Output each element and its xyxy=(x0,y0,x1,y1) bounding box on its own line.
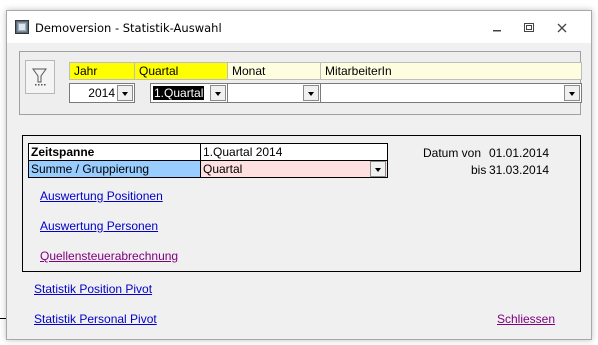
mitarbeiterin-dropdown[interactable] xyxy=(320,83,582,103)
quellensteuerabrechnung-link[interactable]: Quellensteuerabrechnung xyxy=(40,249,178,263)
zeitspanne-value: 1.Quartal 2014 xyxy=(200,143,388,161)
chevron-down-icon[interactable] xyxy=(210,85,226,101)
bis-value: 31.03.2014 xyxy=(489,163,550,177)
filter-panel: Jahr Quartal Monat MitarbeiterIn 2014 1.… xyxy=(19,51,582,115)
app-icon xyxy=(15,20,29,34)
header-jahr: Jahr xyxy=(69,62,135,80)
statistik-auswahl-window: Demoversion - Statistik-Auswahl Jahr Qua… xyxy=(6,10,592,340)
auswertung-panel: Zeitspanne 1.Quartal 2014 Summe / Gruppi… xyxy=(22,135,581,272)
quartal-value: 1.Quartal xyxy=(153,86,205,100)
datum-von-label: Datum von xyxy=(423,146,482,160)
filter-button[interactable] xyxy=(25,60,55,94)
jahr-dropdown[interactable]: 2014 xyxy=(69,83,135,103)
chevron-down-icon[interactable] xyxy=(303,85,319,101)
quartal-dropdown[interactable]: 1.Quartal xyxy=(150,83,228,103)
datum-von-value: 01.01.2014 xyxy=(489,146,550,160)
window-title: Demoversion - Statistik-Auswahl xyxy=(35,21,222,35)
header-mitarbeiterin: MitarbeiterIn xyxy=(320,62,582,80)
header-quartal: Quartal xyxy=(134,62,228,80)
auswertung-personen-link[interactable]: Auswertung Personen xyxy=(40,219,158,233)
bis-label: bis xyxy=(471,163,487,177)
zeitspanne-label: Zeitspanne xyxy=(28,143,201,161)
chevron-down-icon[interactable] xyxy=(370,161,386,177)
jahr-value: 2014 xyxy=(88,86,115,100)
gruppierung-dropdown[interactable]: Quartal xyxy=(200,160,388,178)
statistik-position-pivot-link[interactable]: Statistik Position Pivot xyxy=(34,282,152,296)
minimize-icon[interactable] xyxy=(488,20,506,36)
summe-gruppierung-label: Summe / Gruppierung xyxy=(28,160,201,178)
close-icon[interactable] xyxy=(553,20,571,36)
auswertung-positionen-link[interactable]: Auswertung Positionen xyxy=(40,189,163,203)
title-bar[interactable]: Demoversion - Statistik-Auswahl xyxy=(7,11,591,43)
header-monat: Monat xyxy=(227,62,321,80)
maximize-icon[interactable] xyxy=(520,20,538,36)
chevron-down-icon[interactable] xyxy=(564,85,580,101)
chevron-down-icon[interactable] xyxy=(117,85,133,101)
statistik-personal-pivot-link[interactable]: Statistik Personal Pivot xyxy=(34,312,157,326)
filter-icon xyxy=(32,68,47,86)
gruppierung-value: Quartal xyxy=(203,162,243,176)
monat-dropdown[interactable] xyxy=(227,83,321,103)
schliessen-link[interactable]: Schliessen xyxy=(497,312,555,326)
